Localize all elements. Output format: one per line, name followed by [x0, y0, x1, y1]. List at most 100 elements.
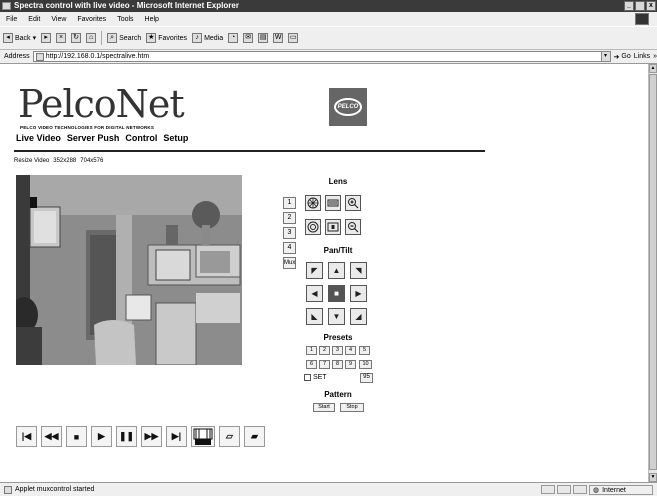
scroll-thumb[interactable]	[649, 74, 657, 470]
close-button[interactable]: x	[646, 1, 656, 11]
menu-view[interactable]: View	[51, 16, 66, 23]
iris-close-button[interactable]	[305, 219, 321, 235]
camera-1-button[interactable]: 1	[283, 197, 296, 209]
search-button[interactable]: ⌕ Search	[107, 33, 141, 43]
pattern-stop-button[interactable]: Stop	[340, 403, 364, 412]
preset-9-button[interactable]: 9	[345, 360, 356, 369]
back-arrow-icon: ◂	[3, 33, 13, 43]
preset-10-button[interactable]: 10	[359, 360, 372, 369]
preset-3-button[interactable]: 3	[332, 346, 343, 355]
arrow-down-icon: ▼	[332, 312, 341, 321]
zoom-in-button[interactable]	[345, 195, 361, 211]
header-divider	[14, 150, 485, 152]
media-button[interactable]: ♪ Media	[192, 33, 223, 43]
menu-file[interactable]: File	[6, 16, 17, 23]
rewind-button[interactable]: ◀◀	[41, 426, 62, 447]
open-folder-button[interactable]: ▱	[219, 426, 240, 447]
arrow-up-right-icon: ◥	[355, 266, 362, 275]
page-icon	[35, 52, 44, 61]
pan-down-left-button[interactable]: ◣	[306, 308, 323, 325]
focus-far-button[interactable]	[325, 195, 341, 211]
iris-open-button[interactable]	[305, 195, 321, 211]
refresh-button[interactable]: ↻	[71, 33, 82, 43]
history-button[interactable]: ◔	[228, 33, 239, 43]
tilt-up-button[interactable]: ▲	[328, 262, 345, 279]
go-arrow-icon: ➜	[613, 53, 620, 61]
save-folder-button[interactable]: ▰	[244, 426, 265, 447]
preset-4-button[interactable]: 4	[345, 346, 356, 355]
pan-right-button[interactable]: ▶	[350, 285, 367, 302]
favorites-button[interactable]: ★ Favorites	[146, 33, 187, 43]
window-controls: _ x	[624, 1, 656, 11]
pantilt-home-button[interactable]: ■	[328, 285, 345, 302]
window-title: Spectra control with live video - Micros…	[14, 1, 239, 10]
pan-up-left-button[interactable]: ◤	[306, 262, 323, 279]
status-text: Applet muxcontrol started	[15, 486, 95, 493]
zoom-out-button[interactable]	[345, 219, 361, 235]
pan-up-right-button[interactable]: ◥	[350, 262, 367, 279]
preset-2-button[interactable]: 2	[319, 346, 330, 355]
tilt-down-button[interactable]: ▼	[328, 308, 345, 325]
pan-left-button[interactable]: ◀	[306, 285, 323, 302]
fast-forward-button[interactable]: ▶▶	[141, 426, 162, 447]
home-button[interactable]: ⌂	[86, 33, 97, 43]
chevron-down-icon[interactable]: ▾	[600, 52, 610, 61]
discuss-button[interactable]: ▭	[288, 33, 299, 43]
menu-favorites[interactable]: Favorites	[77, 16, 106, 23]
preset-number-field[interactable]: 95	[360, 373, 373, 383]
preset-8-button[interactable]: 8	[332, 360, 343, 369]
favorites-label: Favorites	[158, 34, 188, 42]
preset-1-button[interactable]: 1	[306, 346, 317, 355]
maximize-button[interactable]	[635, 1, 645, 11]
search-icon: ⌕	[107, 33, 118, 43]
mail-button[interactable]: ✉	[243, 33, 254, 43]
vertical-scrollbar[interactable]: ▲ ▼	[648, 64, 657, 482]
nav-control[interactable]: Control	[125, 133, 157, 143]
camera-3-button[interactable]: 3	[283, 227, 296, 239]
pelconet-logo: PelcoNet	[18, 82, 185, 126]
preset-6-button[interactable]: 6	[306, 360, 317, 369]
go-button[interactable]: ➜ Go	[614, 53, 631, 61]
menu-edit[interactable]: Edit	[28, 16, 40, 23]
preset-7-button[interactable]: 7	[319, 360, 330, 369]
stop-button[interactable]: ×	[56, 33, 67, 43]
zoom-out-icon	[348, 222, 359, 233]
scroll-down-icon[interactable]: ▼	[649, 473, 657, 482]
skip-end-button[interactable]: ▶|	[166, 426, 187, 447]
menu-tools[interactable]: Tools	[117, 16, 133, 23]
stop-playback-button[interactable]: ■	[66, 426, 87, 447]
edit-button[interactable]: W	[273, 33, 284, 43]
resize-704-link[interactable]: 704x576	[80, 158, 103, 164]
pattern-start-button[interactable]: Start	[313, 403, 335, 412]
back-button[interactable]: ◂ Back ▾	[3, 33, 36, 43]
nav-setup[interactable]: Setup	[163, 133, 188, 143]
arrow-down-right-icon: ◢	[355, 312, 362, 321]
nav-live-video[interactable]: Live Video	[16, 133, 61, 143]
preset-5-button[interactable]: 5	[359, 346, 370, 355]
resize-352-link[interactable]: 352x288	[53, 158, 76, 164]
play-button[interactable]: ▶	[91, 426, 112, 447]
live-video-feed[interactable]	[16, 175, 242, 365]
resize-video-row: Resize Video 352x288 704x576	[14, 158, 103, 164]
print-button[interactable]: ▤	[258, 33, 269, 43]
record-avi-button[interactable]	[191, 426, 215, 447]
nav-server-push[interactable]: Server Push	[67, 133, 120, 143]
back-label: Back	[15, 34, 31, 42]
links-button[interactable]: Links	[634, 53, 650, 60]
address-input[interactable]: http://192.168.0.1/spectralive.htm ▾	[32, 51, 611, 62]
camera-mux-button[interactable]: Mux	[283, 257, 296, 269]
menu-help[interactable]: Help	[145, 16, 159, 23]
pan-down-right-button[interactable]: ◢	[350, 308, 367, 325]
scroll-up-icon[interactable]: ▲	[649, 64, 657, 73]
camera-2-button[interactable]: 2	[283, 212, 296, 224]
standard-toolbar: ◂ Back ▾ ▸ × ↻ ⌂ ⌕ Search ★ Favorites ♪ …	[0, 26, 657, 50]
minimize-button[interactable]: _	[624, 1, 634, 11]
focus-near-button[interactable]	[325, 219, 341, 235]
avi-film-icon	[193, 428, 213, 445]
pause-button[interactable]: ❚❚	[116, 426, 137, 447]
camera-4-button[interactable]: 4	[283, 242, 296, 254]
logo-tagline: PELCO VIDEO TECHNOLOGIES FOR DIGITAL NET…	[20, 125, 155, 130]
set-checkbox[interactable]	[304, 374, 311, 381]
forward-button[interactable]: ▸	[41, 33, 52, 43]
skip-start-button[interactable]: |◀	[16, 426, 37, 447]
